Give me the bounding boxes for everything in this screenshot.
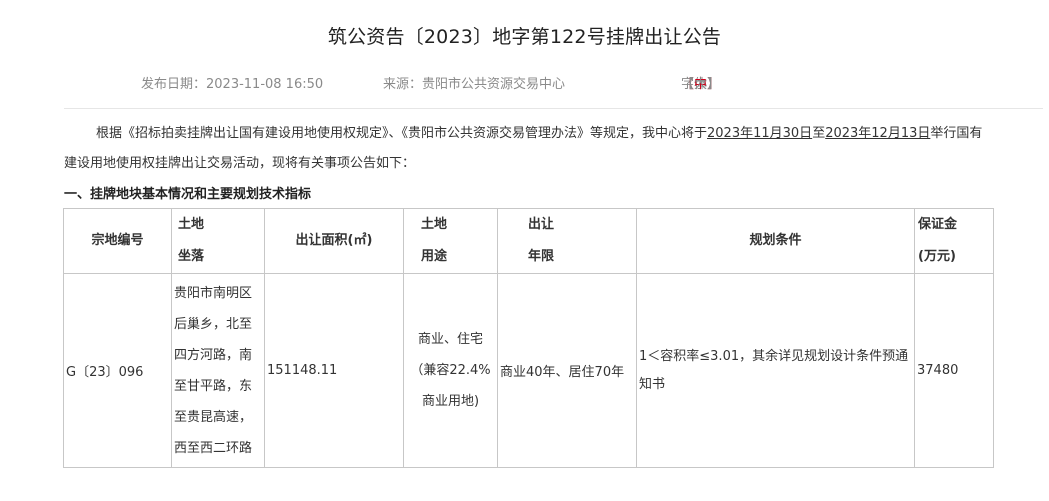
table-row: G〔23〕096 贵阳市南明区后巢乡，北至四方河路，南至甘平路，东至贵昆高速，西… bbox=[63, 273, 994, 468]
end-date: 2023年12月13日 bbox=[825, 126, 931, 141]
font-size-large-link[interactable]: 【大】 bbox=[681, 73, 720, 92]
header-land-use: 土地 用途 bbox=[403, 208, 498, 274]
cell-term: 商业40年、居住70年 bbox=[497, 273, 637, 468]
header-location-line2: 坐落 bbox=[178, 249, 205, 264]
cell-location: 贵阳市南明区后巢乡，北至四方河路，南至甘平路，东至贵昆高速，西至西二环路 bbox=[171, 273, 265, 468]
header-use-line2: 用途 bbox=[421, 249, 448, 264]
header-parcel-code: 宗地编号 bbox=[63, 208, 172, 274]
header-term-line2: 年限 bbox=[528, 249, 555, 264]
section-heading: 一、挂牌地块基本情况和主要规划技术指标 bbox=[64, 187, 312, 202]
publish-date: 发布日期：2023-11-08 16:50 bbox=[141, 77, 324, 92]
cell-parcel-code: G〔23〕096 bbox=[63, 273, 172, 468]
header-location-line1: 土地 bbox=[178, 217, 205, 232]
cell-planning: 1＜容积率≤3.01，其余详见规划设计条件预通知书 bbox=[636, 273, 915, 468]
cell-land-use: 商业、住宅（兼容22.4%商业用地) bbox=[403, 273, 498, 468]
page-title: 筑公资告〔2023〕地字第122号挂牌出让公告 bbox=[327, 26, 722, 48]
header-term: 出让 年限 bbox=[497, 208, 637, 274]
header-area: 出让面积(㎡) bbox=[264, 208, 404, 274]
intro-text-2: 至 bbox=[812, 126, 826, 141]
source-label: 来源：贵阳市公共资源交易中心 bbox=[383, 77, 566, 92]
cell-area: 151148.11 bbox=[264, 273, 404, 468]
header-planning: 规划条件 bbox=[636, 208, 915, 274]
start-date: 2023年11月30日 bbox=[707, 126, 813, 141]
intro-text-1: 根据《招标拍卖挂牌出让国有建设用地使用权规定》、《贵阳市公共资源交易管理办法》等… bbox=[96, 126, 708, 141]
header-location: 土地 坐落 bbox=[171, 208, 265, 274]
divider bbox=[64, 108, 1043, 109]
header-deposit-line2: (万元) bbox=[918, 249, 956, 264]
plot-table: 宗地编号 土地 坐落 出让面积(㎡) 土地 用途 出让 年限 规划条件 保证金 … bbox=[63, 208, 994, 468]
table-header-row: 宗地编号 土地 坐落 出让面积(㎡) 土地 用途 出让 年限 规划条件 保证金 … bbox=[63, 208, 994, 274]
header-deposit-line1: 保证金 bbox=[918, 217, 958, 232]
header-term-line1: 出让 bbox=[528, 217, 555, 232]
cell-deposit: 37480 bbox=[914, 273, 994, 468]
intro-paragraph: 根据《招标拍卖挂牌出让国有建设用地使用权规定》、《贵阳市公共资源交易管理办法》等… bbox=[64, 119, 988, 179]
header-use-line1: 土地 bbox=[421, 217, 448, 232]
header-deposit: 保证金 (万元) bbox=[914, 208, 994, 274]
